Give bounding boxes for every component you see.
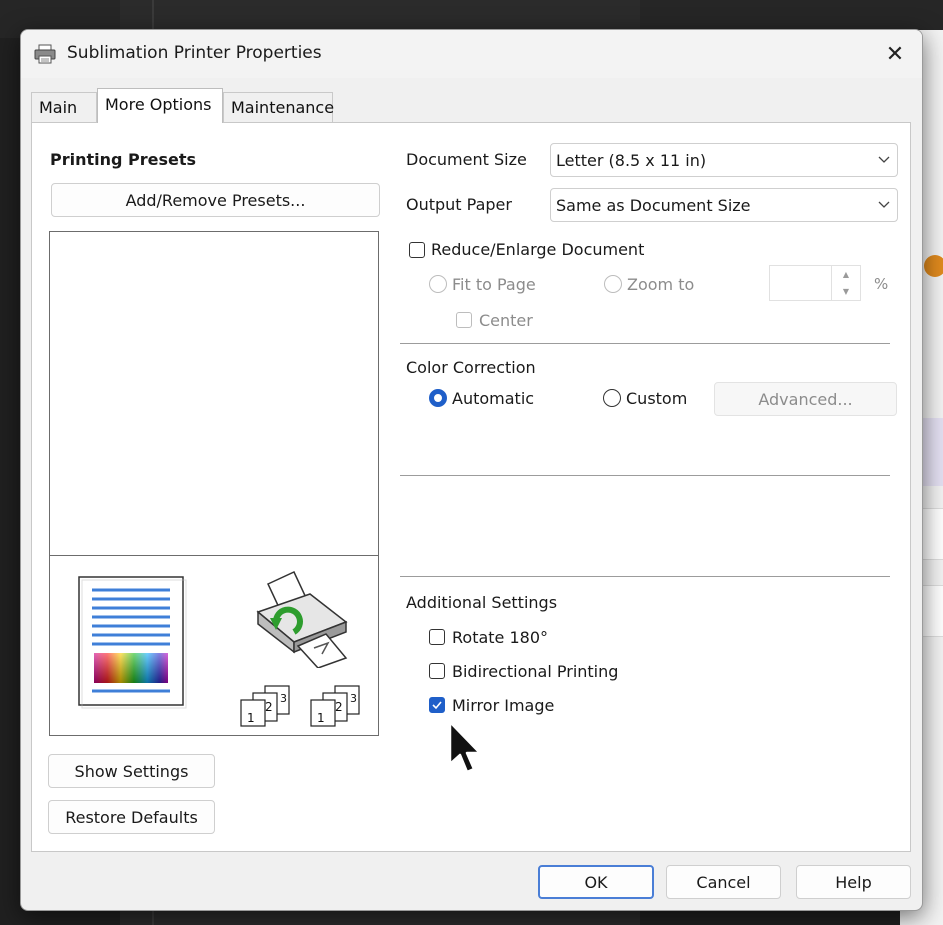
collate-pages-icon: 1 2 3 — [240, 685, 290, 727]
section-divider — [400, 475, 890, 476]
document-size-select[interactable]: Letter (8.5 x 11 in) — [550, 143, 898, 177]
mirror-image-label: Mirror Image — [452, 696, 555, 715]
svg-text:2: 2 — [265, 700, 273, 714]
zoom-percent-spinner[interactable]: ▲ ▼ — [769, 265, 861, 301]
title-bar: Sublimation Printer Properties ✕ — [21, 30, 922, 78]
svg-text:1: 1 — [247, 711, 255, 725]
output-paper-value: Same as Document Size — [556, 195, 751, 215]
mouse-cursor-icon — [448, 720, 482, 774]
spinner-down-icon[interactable]: ▼ — [832, 283, 860, 300]
close-button[interactable]: ✕ — [875, 36, 915, 72]
preset-preview: 1 2 3 1 2 3 — [49, 231, 379, 736]
zoom-to-label: Zoom to — [627, 275, 695, 294]
ok-button[interactable]: OK — [538, 865, 654, 899]
section-divider — [400, 576, 890, 577]
checkmark-icon — [432, 701, 442, 710]
custom-label: Custom — [626, 389, 688, 408]
percent-label: % — [874, 275, 889, 293]
chevron-down-icon — [878, 156, 890, 163]
spinner-buttons: ▲ ▼ — [831, 266, 860, 300]
reduce-enlarge-checkbox[interactable] — [409, 242, 425, 258]
bidirectional-printing-checkbox[interactable] — [429, 663, 445, 679]
zoom-to-radio[interactable] — [604, 275, 622, 293]
advanced-button[interactable]: Advanced... — [714, 382, 897, 416]
collate-pages-icon: 1 2 3 — [310, 685, 360, 727]
help-button[interactable]: Help — [796, 865, 911, 899]
cancel-button[interactable]: Cancel — [666, 865, 781, 899]
color-correction-heading: Color Correction — [406, 358, 536, 377]
tab-more-options[interactable]: More Options — [97, 88, 223, 123]
automatic-label: Automatic — [452, 389, 535, 408]
printer-rotate-icon — [256, 571, 348, 668]
spinner-up-icon[interactable]: ▲ — [832, 266, 860, 283]
svg-text:1: 1 — [317, 711, 325, 725]
automatic-radio[interactable] — [429, 389, 447, 407]
reduce-enlarge-label: Reduce/Enlarge Document — [431, 240, 645, 259]
printer-icon — [34, 44, 56, 64]
dialog-title: Sublimation Printer Properties — [67, 43, 322, 63]
center-label: Center — [479, 311, 533, 330]
add-remove-presets-button[interactable]: Add/Remove Presets... — [51, 183, 380, 217]
section-divider — [400, 343, 890, 344]
fit-to-page-label: Fit to Page — [452, 275, 536, 294]
preview-divider — [50, 555, 378, 556]
printing-presets-heading: Printing Presets — [50, 150, 197, 169]
output-paper-label: Output Paper — [406, 195, 512, 214]
close-icon: ✕ — [885, 41, 905, 67]
mirror-image-checkbox[interactable] — [429, 697, 445, 713]
additional-settings-heading: Additional Settings — [406, 593, 558, 612]
chevron-down-icon — [878, 201, 890, 208]
center-checkbox[interactable] — [456, 312, 472, 328]
document-size-label: Document Size — [406, 150, 527, 169]
page-preview-icon — [78, 576, 187, 709]
fit-to-page-radio[interactable] — [429, 275, 447, 293]
restore-defaults-button[interactable]: Restore Defaults — [48, 800, 215, 834]
show-settings-button[interactable]: Show Settings — [48, 754, 215, 788]
warning-icon — [924, 255, 943, 277]
svg-text:3: 3 — [280, 692, 287, 705]
bidirectional-printing-label: Bidirectional Printing — [452, 662, 619, 681]
svg-text:2: 2 — [335, 700, 343, 714]
rotate-180-checkbox[interactable] — [429, 629, 445, 645]
tab-strip: Main More Options Maintenance — [31, 88, 911, 123]
tab-maintenance[interactable]: Maintenance — [223, 92, 334, 122]
document-size-value: Letter (8.5 x 11 in) — [556, 150, 707, 170]
tab-main[interactable]: Main — [31, 92, 97, 122]
printer-properties-dialog: Sublimation Printer Properties ✕ Main Mo… — [20, 29, 923, 911]
svg-text:3: 3 — [350, 692, 357, 705]
rotate-180-label: Rotate 180° — [452, 628, 549, 647]
custom-radio[interactable] — [603, 389, 621, 407]
output-paper-select[interactable]: Same as Document Size — [550, 188, 898, 222]
